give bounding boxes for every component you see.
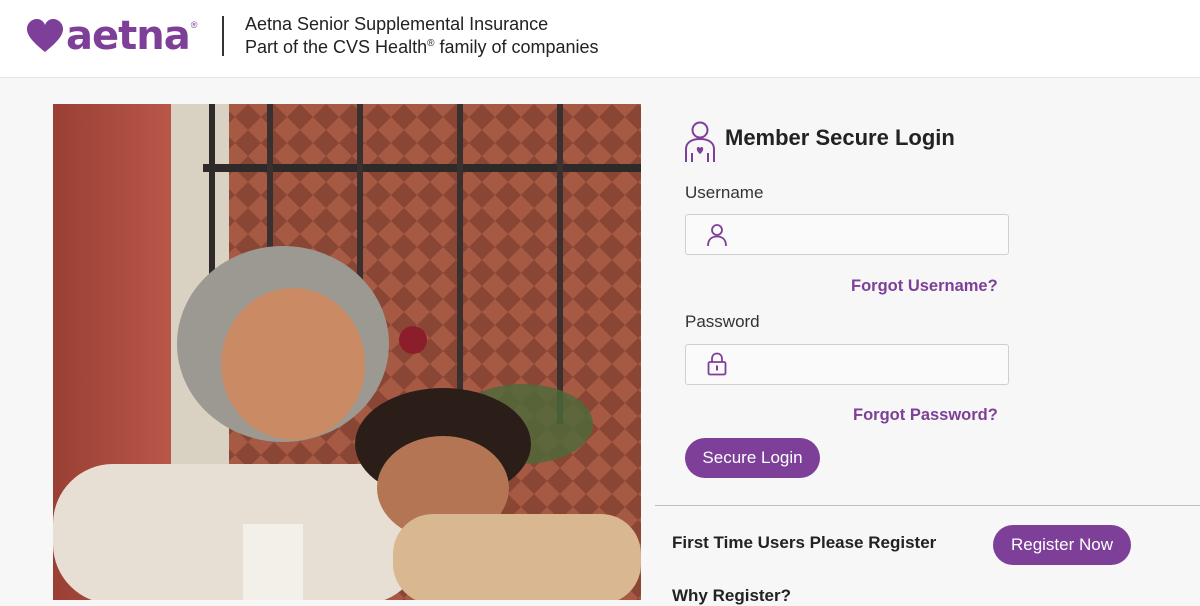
- forgot-password-link[interactable]: Forgot Password?: [853, 406, 998, 425]
- forgot-username-link[interactable]: Forgot Username?: [851, 277, 998, 296]
- secure-login-button[interactable]: Secure Login: [685, 438, 820, 478]
- member-person-icon: [685, 121, 715, 162]
- site-header: aetna ® Aetna Senior Supplemental Insura…: [0, 0, 1200, 78]
- user-icon: [707, 224, 727, 247]
- lock-icon: [707, 352, 727, 376]
- username-label: Username: [685, 183, 764, 202]
- heart-icon: [27, 19, 63, 52]
- hero-photo: [53, 104, 641, 600]
- password-input[interactable]: [685, 344, 1009, 385]
- header-divider: [222, 16, 224, 56]
- tagline-prefix: Part of the CVS Health: [245, 37, 428, 57]
- aetna-logo[interactable]: aetna ®: [26, 16, 197, 56]
- username-input[interactable]: [685, 214, 1009, 255]
- logo-wordmark: aetna: [66, 13, 191, 59]
- logo-registered-mark: ®: [190, 20, 198, 30]
- section-divider: [655, 505, 1200, 506]
- login-title: Member Secure Login: [725, 125, 955, 150]
- register-now-button[interactable]: Register Now: [993, 525, 1131, 565]
- password-label: Password: [685, 312, 760, 331]
- header-tagline: Part of the CVS Health® family of compan…: [245, 37, 599, 58]
- header-product-name: Aetna Senior Supplemental Insurance: [245, 14, 549, 34]
- why-register-heading: Why Register?: [672, 586, 792, 605]
- register-prompt: First Time Users Please Register: [672, 533, 937, 552]
- hero-photo-illustration: [53, 104, 641, 600]
- tagline-suffix: family of companies: [434, 37, 599, 57]
